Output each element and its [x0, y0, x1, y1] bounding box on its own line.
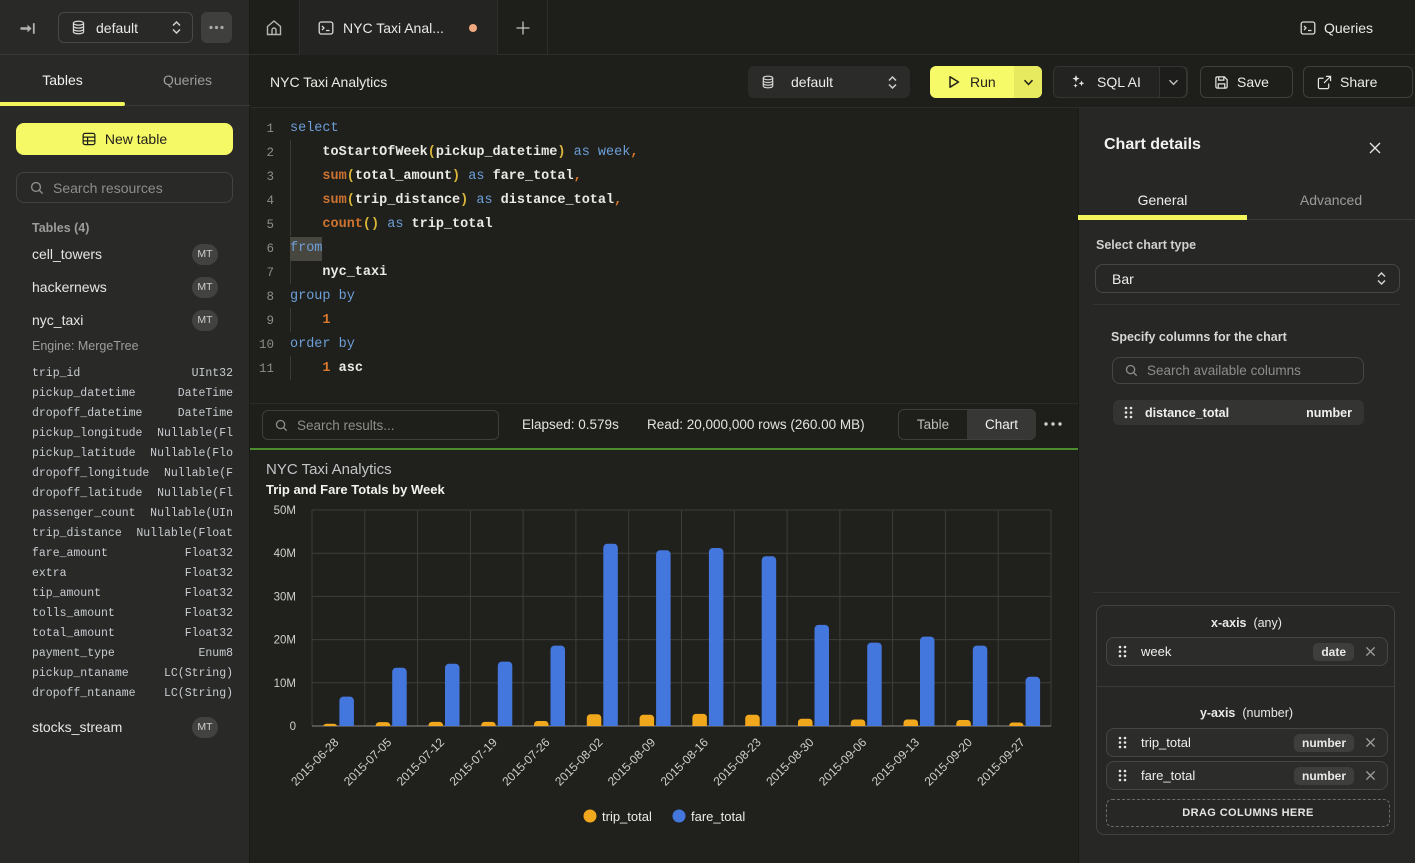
- svg-text:2015-08-02: 2015-08-02: [552, 735, 606, 789]
- svg-text:2015-07-19: 2015-07-19: [447, 735, 501, 789]
- svg-text:2015-09-27: 2015-09-27: [974, 735, 1028, 789]
- svg-text:2015-08-23: 2015-08-23: [711, 735, 765, 789]
- svg-text:fare_total: fare_total: [691, 809, 745, 824]
- svg-text:2015-08-16: 2015-08-16: [658, 735, 712, 789]
- svg-text:20M: 20M: [274, 635, 296, 647]
- svg-text:2015-07-05: 2015-07-05: [341, 735, 395, 789]
- svg-text:40M: 40M: [274, 548, 296, 560]
- svg-text:2015-08-30: 2015-08-30: [763, 735, 817, 789]
- svg-text:2015-08-09: 2015-08-09: [605, 735, 659, 789]
- svg-text:10M: 10M: [274, 678, 296, 690]
- svg-text:2015-09-13: 2015-09-13: [869, 735, 923, 789]
- svg-text:2015-09-06: 2015-09-06: [816, 735, 870, 789]
- svg-text:2015-06-28: 2015-06-28: [288, 735, 342, 789]
- svg-text:trip_total: trip_total: [602, 809, 652, 824]
- svg-text:0: 0: [290, 721, 296, 733]
- svg-text:50M: 50M: [274, 505, 296, 517]
- svg-text:2015-07-12: 2015-07-12: [394, 735, 448, 789]
- svg-text:2015-07-26: 2015-07-26: [499, 735, 553, 789]
- svg-text:2015-09-20: 2015-09-20: [922, 735, 976, 789]
- svg-text:30M: 30M: [274, 591, 296, 603]
